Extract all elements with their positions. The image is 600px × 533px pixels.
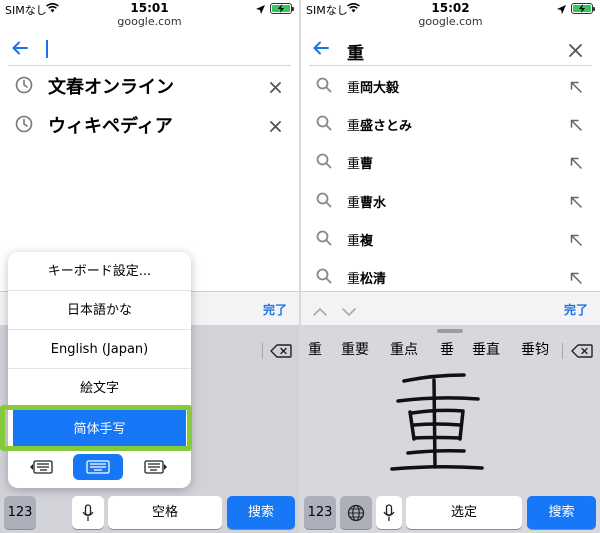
remove-history-icon[interactable] xyxy=(270,78,281,97)
search-icon xyxy=(316,115,332,135)
status-time: 15:02 xyxy=(431,1,470,15)
history-clock-icon xyxy=(15,115,33,137)
keyboard-full-button[interactable] xyxy=(73,454,123,480)
microphone-icon xyxy=(383,504,395,521)
history-item[interactable]: 文春オンライン xyxy=(0,66,299,104)
candidate[interactable]: 重要 xyxy=(341,339,369,359)
back-arrow-icon[interactable] xyxy=(312,39,330,61)
suggestion-text: 重岡大毅 xyxy=(347,81,400,96)
select-key[interactable]: 选定 xyxy=(406,496,522,529)
back-arrow-icon[interactable] xyxy=(11,39,29,61)
search-icon xyxy=(316,268,332,288)
globe-key[interactable] xyxy=(340,496,372,529)
suggestion-text: 重盛さとみ xyxy=(347,119,413,134)
menu-item-emoji[interactable]: 絵文字 xyxy=(8,369,191,408)
suggestion-item[interactable]: 重複 xyxy=(301,220,600,258)
history-label: ウィキペディア xyxy=(48,116,173,137)
url-domain: google.com xyxy=(418,15,483,28)
numbers-key[interactable]: 123 xyxy=(4,496,36,529)
suggestion-text: 重複 xyxy=(347,234,374,249)
backspace-icon[interactable] xyxy=(571,344,593,362)
done-button[interactable]: 完了 xyxy=(564,301,588,318)
space-key[interactable]: 空格 xyxy=(108,496,222,529)
handwriting-stroke-drawing[interactable] xyxy=(388,371,488,481)
battery-icon xyxy=(571,3,595,14)
keyboard-right-icon xyxy=(144,460,167,474)
candidate[interactable]: 垂钧 xyxy=(521,339,549,359)
url-domain: google.com xyxy=(117,15,182,28)
suggestion-item[interactable]: 重岡大毅 xyxy=(301,67,600,105)
fill-query-arrow-icon[interactable] xyxy=(570,154,582,173)
candidate[interactable]: 垂直 xyxy=(472,339,500,359)
suggestion-item[interactable]: 重曹 xyxy=(301,143,600,181)
microphone-icon xyxy=(82,504,94,521)
text-cursor xyxy=(46,40,48,58)
dictation-key[interactable] xyxy=(376,496,402,529)
done-button[interactable]: 完了 xyxy=(263,301,287,318)
menu-item-keyboard-settings[interactable]: キーボード設定... xyxy=(8,252,191,291)
fill-query-arrow-icon[interactable] xyxy=(570,269,582,288)
search-input[interactable]: 重 xyxy=(347,39,364,64)
search-icon xyxy=(316,77,332,97)
search-icon xyxy=(316,192,332,212)
fill-query-arrow-icon[interactable] xyxy=(570,231,582,250)
status-time: 15:01 xyxy=(130,1,169,15)
remove-history-icon[interactable] xyxy=(270,117,281,136)
keyboard-icon xyxy=(86,460,110,474)
candidate-separator xyxy=(562,343,563,359)
status-bar: SIMなし 15:01 xyxy=(0,0,299,17)
keyboard-grabber[interactable] xyxy=(437,329,463,333)
left-screen: SIMなし 15:01 google.com 文春オンライン ウィキペディア 完… xyxy=(0,0,299,533)
suggestion-item[interactable]: 重曹水 xyxy=(301,182,600,220)
suggestion-item[interactable]: 重盛さとみ xyxy=(301,105,600,143)
history-clock-icon xyxy=(15,76,33,98)
keyboard-left-icon xyxy=(30,460,53,474)
suggestion-text: 重曹 xyxy=(347,157,374,172)
prev-next-arrows[interactable] xyxy=(313,303,359,322)
keyboard-accessory-bar: 完了 xyxy=(301,291,600,325)
backspace-icon[interactable] xyxy=(270,343,292,362)
history-label: 文春オンライン xyxy=(48,77,174,98)
keyboard-left-handed-button[interactable] xyxy=(16,454,66,480)
keyboard-switch-menu: キーボード設定... 日本語かな English (Japan) 絵文字 简体手… xyxy=(8,252,191,488)
menu-item-english-japan[interactable]: English (Japan) xyxy=(8,330,191,369)
globe-icon xyxy=(347,504,365,522)
keyboard-right-handed-button[interactable] xyxy=(131,454,181,480)
search-key[interactable]: 搜索 xyxy=(227,496,295,529)
dictation-key[interactable] xyxy=(72,496,104,529)
numbers-key[interactable]: 123 xyxy=(304,496,336,529)
clear-search-icon[interactable] xyxy=(569,42,582,61)
search-bar[interactable]: 重 xyxy=(309,34,592,66)
search-key[interactable]: 搜索 xyxy=(527,496,596,529)
selection-highlight-frame xyxy=(0,405,192,451)
search-icon xyxy=(316,230,332,250)
suggestion-text: 重曹水 xyxy=(347,196,387,211)
search-bar[interactable] xyxy=(8,34,291,66)
candidate[interactable]: 重点 xyxy=(390,339,418,359)
candidate[interactable]: 垂 xyxy=(440,339,454,359)
menu-item-japanese-kana[interactable]: 日本語かな xyxy=(8,291,191,330)
candidate-bar: 重 重要 重点 垂 垂直 垂钧 xyxy=(301,339,600,361)
candidate-separator xyxy=(262,343,263,359)
fill-query-arrow-icon[interactable] xyxy=(570,116,582,135)
history-item[interactable]: ウィキペディア xyxy=(0,105,299,143)
search-icon xyxy=(316,153,332,173)
battery-icon xyxy=(270,3,294,14)
fill-query-arrow-icon[interactable] xyxy=(570,193,582,212)
candidate[interactable]: 重 xyxy=(308,339,322,359)
suggestion-text: 重松清 xyxy=(347,272,387,287)
fill-query-arrow-icon[interactable] xyxy=(570,78,582,97)
status-bar: SIMなし 15:02 xyxy=(301,0,600,17)
